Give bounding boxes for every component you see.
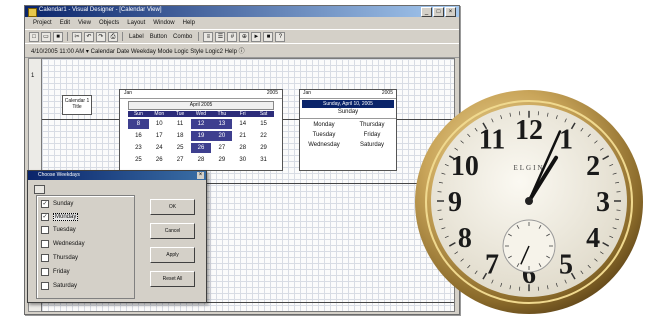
watch-numeral: 7 <box>485 249 499 280</box>
watch-numeral: 5 <box>559 249 573 280</box>
watch-numeral: 10 <box>451 151 479 182</box>
watch-numeral: 4 <box>586 223 600 254</box>
watch-numeral: 1 <box>559 125 573 156</box>
watch-numeral: 3 <box>596 187 610 218</box>
watch-numeral: 9 <box>448 187 462 218</box>
watch-maker: ELGIN <box>514 164 545 172</box>
hand-pivot <box>525 197 533 205</box>
pocket-watch-image: 12 1234567891011 ELGIN <box>415 90 643 314</box>
watch-numeral: 8 <box>458 223 472 254</box>
watch-numeral: 11 <box>479 125 505 156</box>
watch-numeral: 2 <box>586 151 600 182</box>
watch-numeral: 12 <box>515 115 543 146</box>
